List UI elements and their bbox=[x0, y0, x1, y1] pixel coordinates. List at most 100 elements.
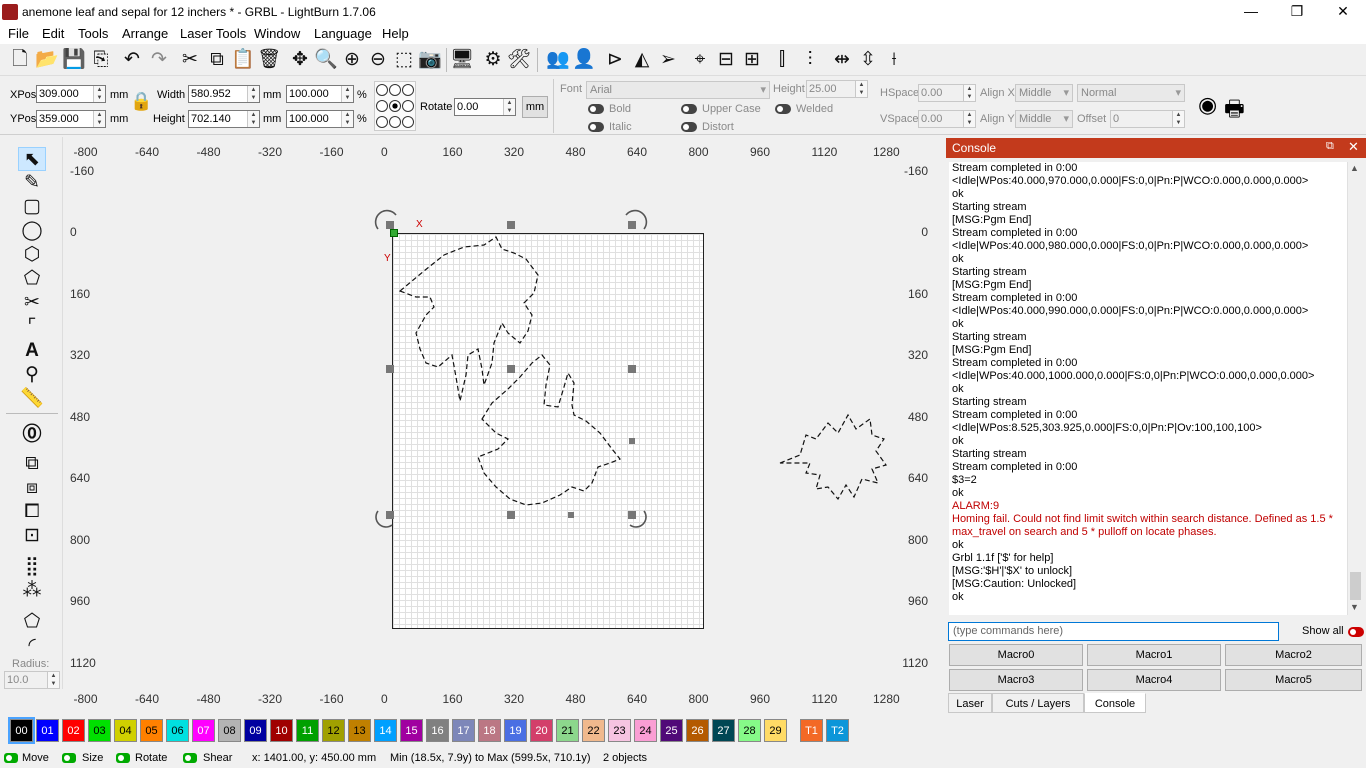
anchor-point-selected[interactable] bbox=[389, 100, 401, 112]
crop-icon[interactable]: ⌜ bbox=[18, 315, 46, 339]
close-panel-icon[interactable]: ✕ bbox=[1348, 139, 1359, 155]
italic-toggle[interactable] bbox=[588, 122, 604, 132]
layer-swatch-25[interactable]: 25 bbox=[660, 719, 683, 742]
spin-arrows-icon[interactable]: ▲ ▼ bbox=[341, 111, 353, 127]
delete-icon[interactable]: 🗑 bbox=[257, 47, 281, 73]
layer-swatch-06[interactable]: 06 bbox=[166, 719, 189, 742]
group-icon[interactable]: 👥 bbox=[546, 47, 570, 73]
select-icon[interactable]: ⬉ bbox=[18, 147, 46, 171]
menu-language[interactable]: Language bbox=[314, 26, 372, 41]
spin-arrows-icon[interactable]: ▲ ▼ bbox=[963, 111, 975, 127]
edit-nodes-icon[interactable]: ✂ bbox=[18, 291, 46, 315]
spin-arrows-icon[interactable]: ▲ ▼ bbox=[247, 86, 259, 102]
layer-swatch-27[interactable]: 27 bbox=[712, 719, 735, 742]
anchor-grid[interactable] bbox=[374, 81, 416, 131]
layer-swatch-t1[interactable]: T1 bbox=[800, 719, 823, 742]
arrange-v-icon[interactable]: ⫶ bbox=[798, 47, 822, 73]
workspace-canvas[interactable]: -800 -640 -480 -320 -160 0 160 320 480 640 800 960 1… bbox=[64, 137, 944, 715]
preview-icon[interactable]: ◉ bbox=[1198, 92, 1217, 118]
console-output[interactable]: Stream completed in 0:00 <Idle|WPos:40.00… bbox=[949, 162, 1347, 615]
upper-case-toggle[interactable] bbox=[681, 104, 697, 114]
anchor-point[interactable] bbox=[402, 116, 414, 128]
macro4-button[interactable]: Macro4 bbox=[1087, 669, 1221, 691]
move-icon[interactable]: ✥ bbox=[288, 47, 312, 73]
spin-arrows-icon[interactable]: ▲ ▼ bbox=[93, 86, 105, 102]
anchor-point[interactable] bbox=[402, 100, 414, 112]
offset-icon[interactable]: ⓪ bbox=[18, 423, 46, 447]
menu-laser-tools[interactable]: Laser Tools bbox=[180, 26, 246, 41]
cut-icon[interactable]: ✂ bbox=[178, 47, 202, 73]
menu-help[interactable]: Help bbox=[382, 26, 409, 41]
space-h-icon[interactable]: ⇹ bbox=[830, 47, 854, 73]
macro0-button[interactable]: Macro0 bbox=[949, 644, 1083, 666]
text-mode-select[interactable]: Normal bbox=[1077, 84, 1185, 102]
ypos-input[interactable]: 359.000 ▲ ▼ bbox=[36, 110, 106, 128]
layer-swatch-15[interactable]: 15 bbox=[400, 719, 423, 742]
hspace-input[interactable]: 0.00 ▲ ▼ bbox=[918, 84, 976, 102]
rotate-toggle[interactable] bbox=[116, 753, 130, 763]
close-button[interactable]: ✕ bbox=[1320, 0, 1366, 24]
macro1-button[interactable]: Macro1 bbox=[1087, 644, 1221, 666]
layer-swatch-14[interactable]: 14 bbox=[374, 719, 397, 742]
restore-button[interactable]: ❐ bbox=[1274, 0, 1320, 24]
mirror-icon[interactable]: ◭ bbox=[630, 47, 654, 73]
macro2-button[interactable]: Macro2 bbox=[1225, 644, 1362, 666]
scale-width-input[interactable]: 100.000 ▲ ▼ bbox=[286, 85, 354, 103]
distribute-icon[interactable]: ⊞ bbox=[740, 47, 764, 73]
layer-swatch-26[interactable]: 26 bbox=[686, 719, 709, 742]
layer-swatch-07[interactable]: 07 bbox=[192, 719, 215, 742]
layer-swatch-19[interactable]: 19 bbox=[504, 719, 527, 742]
anchor-point[interactable] bbox=[402, 84, 414, 96]
anchor-point[interactable] bbox=[389, 116, 401, 128]
layer-swatch-02[interactable]: 02 bbox=[62, 719, 85, 742]
layer-swatch-05[interactable]: 05 bbox=[140, 719, 163, 742]
target-icon[interactable]: ⌖ bbox=[688, 47, 712, 73]
spin-arrows-icon[interactable]: ▲ ▼ bbox=[503, 99, 515, 115]
tools-icon[interactable]: 🛠 bbox=[507, 47, 531, 73]
show-all-toggle[interactable] bbox=[1348, 627, 1364, 637]
units-button[interactable]: mm bbox=[522, 96, 548, 118]
distort-toggle[interactable] bbox=[681, 122, 697, 132]
flip-h-icon[interactable]: ⊳ bbox=[603, 47, 627, 73]
circular-array-icon[interactable]: ⁂ bbox=[18, 579, 46, 603]
layer-swatch-18[interactable]: 18 bbox=[478, 719, 501, 742]
welded-toggle[interactable] bbox=[775, 104, 791, 114]
scroll-down-icon[interactable]: ▼ bbox=[1350, 602, 1359, 612]
layer-swatch-22[interactable]: 22 bbox=[582, 719, 605, 742]
scroll-up-icon[interactable]: ▲ bbox=[1350, 163, 1359, 173]
layer-swatch-23[interactable]: 23 bbox=[608, 719, 631, 742]
send-icon[interactable]: ➢ bbox=[656, 47, 680, 73]
tab-icon[interactable]: ⬠ bbox=[18, 610, 46, 634]
spin-arrows-icon[interactable]: ▲ ▼ bbox=[1172, 111, 1184, 127]
menu-edit[interactable]: Edit bbox=[42, 26, 64, 41]
menu-window[interactable]: Window bbox=[254, 26, 300, 41]
height-input[interactable]: 702.140 ▲ ▼ bbox=[188, 110, 260, 128]
measure-icon[interactable]: 📏 bbox=[18, 387, 46, 411]
layer-swatch-03[interactable]: 03 bbox=[88, 719, 111, 742]
monitor-icon[interactable]: 🖥 bbox=[450, 47, 474, 73]
spin-arrows-icon[interactable]: ▲ ▼ bbox=[247, 111, 259, 127]
polygon-icon[interactable]: ⬡ bbox=[18, 243, 46, 267]
spin-arrows-icon[interactable]: ▲ ▼ bbox=[93, 111, 105, 127]
float-icon[interactable]: ⧉ bbox=[1326, 140, 1334, 153]
layer-swatch-12[interactable]: 12 bbox=[322, 719, 345, 742]
undo-icon[interactable]: ↶ bbox=[120, 47, 144, 73]
layer-swatch-08[interactable]: 08 bbox=[218, 719, 241, 742]
zoom-out-icon[interactable]: ⊖ bbox=[366, 47, 390, 73]
layer-swatch-20[interactable]: 20 bbox=[530, 719, 553, 742]
space-v-icon[interactable]: ⇳ bbox=[856, 47, 880, 73]
layer-swatch-13[interactable]: 13 bbox=[348, 719, 371, 742]
layer-swatch-04[interactable]: 04 bbox=[114, 719, 137, 742]
layer-swatch-24[interactable]: 24 bbox=[634, 719, 657, 742]
boolean-union-icon[interactable]: ⧉ bbox=[18, 452, 46, 476]
anchor-point[interactable] bbox=[389, 84, 401, 96]
vspace-input[interactable]: 0.00 ▲ ▼ bbox=[918, 110, 976, 128]
offset-input[interactable]: 0 ▲ ▼ bbox=[1110, 110, 1185, 128]
arrange-h-icon[interactable]: ⫿ bbox=[770, 47, 794, 73]
corner-icon[interactable]: ◜ bbox=[18, 634, 46, 658]
rectangle-icon[interactable]: ▢ bbox=[18, 195, 46, 219]
spin-arrows-icon[interactable]: ▲ ▼ bbox=[963, 85, 975, 101]
weld-icon[interactable]: ⊡ bbox=[18, 524, 46, 548]
import-icon[interactable]: ⎘ bbox=[89, 47, 113, 73]
anchor-point[interactable] bbox=[376, 84, 388, 96]
